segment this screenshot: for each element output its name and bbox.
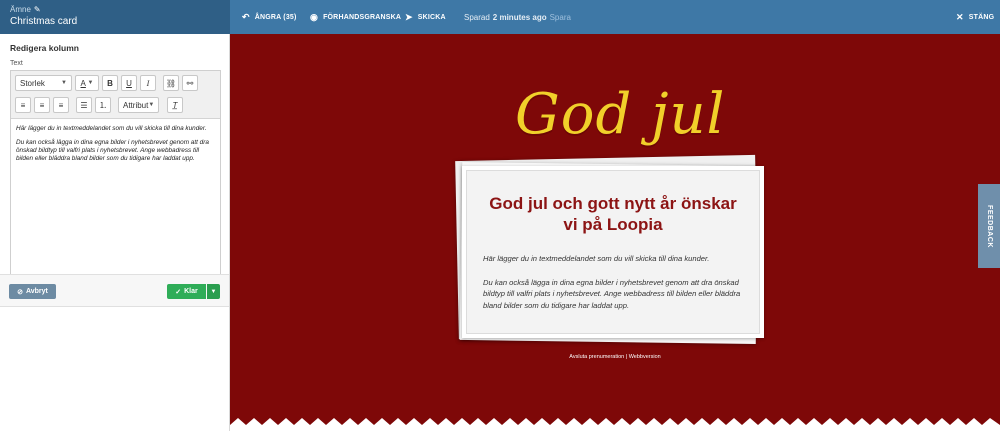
panel-title: Redigera kolumn <box>10 43 79 53</box>
footer-separator: | <box>625 354 628 360</box>
bullet-list-button[interactable]: ☰ <box>76 97 92 113</box>
pencil-icon[interactable]: ✎ <box>34 5 41 14</box>
clear-format-icon: T̲ <box>172 100 178 110</box>
feedback-tab[interactable]: FEEDBACK <box>978 184 1000 268</box>
done-label: Klar <box>184 288 198 295</box>
attribute-select[interactable]: Attribut ▼ <box>118 97 159 113</box>
link-icon: ⛓ <box>165 78 177 88</box>
font-size-select[interactable]: Storlek ▼ <box>15 75 72 91</box>
close-icon: ✕ <box>956 11 964 22</box>
cancel-label: Avbryt <box>25 288 48 295</box>
cancel-icon: ⊘ <box>17 288 23 296</box>
bold-button[interactable]: B <box>102 75 118 91</box>
underline-icon: U <box>126 78 132 88</box>
top-bar: Ämne ✎ Christmas card ↶ ÅNGRA (35) ◉ FÖR… <box>0 0 1000 34</box>
webversion-link[interactable]: Webbversion <box>629 354 661 360</box>
bold-icon: B <box>107 78 113 88</box>
attribute-select-label: Attribut <box>123 100 149 110</box>
paper-plane-icon: ➤ <box>405 11 413 22</box>
align-right-button[interactable]: ≡ <box>53 97 69 113</box>
preview-button[interactable]: ◉ FÖRHANDSGRANSKA <box>310 0 401 34</box>
underline-button[interactable]: U <box>121 75 137 91</box>
card-paragraph[interactable]: Du kan också lägga in dina egna bilder i… <box>483 277 743 312</box>
align-left-button[interactable]: ≡ <box>15 97 31 113</box>
saved-status: Sparad 2 minutes ago Spara <box>464 0 571 34</box>
script-title[interactable]: God jul <box>515 82 725 147</box>
subject-title[interactable]: Christmas card <box>10 16 220 27</box>
text-color-button[interactable]: A ▼ <box>75 75 99 91</box>
unlink-button[interactable]: ⚯ <box>182 75 198 91</box>
close-button[interactable]: ✕ STÄNG <box>956 0 994 34</box>
done-button[interactable]: ✓ Klar <box>167 284 206 299</box>
numbered-list-icon: ⒈ <box>99 100 107 110</box>
card-heading[interactable]: God jul och gott nytt år önskar vi på Lo… <box>483 193 743 235</box>
check-icon: ✓ <box>175 288 182 296</box>
edit-panel: Redigera kolumn Text Storlek ▼ A ▼ B U I… <box>0 34 230 431</box>
content-card-inner: God jul och gott nytt år önskar vi på Lo… <box>466 170 760 334</box>
undo-button[interactable]: ↶ ÅNGRA (35) <box>242 0 297 34</box>
newsletter-preview: God jul God jul och gott nytt år önskar … <box>230 34 1000 431</box>
editor-paragraph[interactable]: Du kan också lägga in dina egna bilder i… <box>16 139 215 163</box>
preview-label: FÖRHANDSGRANSKA <box>323 13 402 21</box>
saved-prefix: Sparad <box>464 12 490 22</box>
chevron-down-icon: ▼ <box>210 288 217 295</box>
done-dropdown-button[interactable]: ▼ <box>207 284 220 299</box>
align-center-button[interactable]: ≡ <box>34 97 50 113</box>
subject-box[interactable]: Ämne ✎ Christmas card <box>0 0 230 34</box>
rich-text-editor: Storlek ▼ A ▼ B U I ⛓ ⚯ ≡ ≡ ≡ ☰ ⒈ Attrib… <box>10 70 221 294</box>
align-center-icon: ≡ <box>39 100 45 110</box>
text-field-label: Text <box>10 60 23 67</box>
chevron-down-icon: ▼ <box>85 80 94 86</box>
align-left-icon: ≡ <box>20 100 26 110</box>
numbered-list-button[interactable]: ⒈ <box>95 97 111 113</box>
italic-button[interactable]: I <box>140 75 156 91</box>
unlink-icon: ⚯ <box>186 78 194 88</box>
saved-time: 2 minutes ago <box>492 12 547 22</box>
send-label: SKICKA <box>417 13 446 21</box>
undo-label: ÅNGRA (35) <box>254 13 297 21</box>
eye-icon: ◉ <box>310 11 319 22</box>
subject-label-row: Ämne ✎ <box>10 5 220 14</box>
undo-icon: ↶ <box>242 11 250 22</box>
chevron-down-icon: ▼ <box>61 80 67 86</box>
action-bar: ⊘ Avbryt ✓ Klar ▼ <box>0 274 229 307</box>
zigzag-edge <box>230 418 1000 431</box>
cancel-button[interactable]: ⊘ Avbryt <box>9 284 56 299</box>
italic-icon: I <box>146 78 150 88</box>
feedback-label: FEEDBACK <box>985 204 993 248</box>
editor-paragraph[interactable]: Här lägger du in textmeddelandet som du … <box>16 125 215 133</box>
footer-links: Avsluta prenumeration | Webbversion <box>230 354 1000 360</box>
clear-format-button[interactable]: T̲ <box>167 97 183 113</box>
editor-toolbar: Storlek ▼ A ▼ B U I ⛓ ⚯ ≡ ≡ ≡ ☰ ⒈ Attrib… <box>11 71 220 119</box>
align-right-icon: ≡ <box>58 100 64 110</box>
font-size-select-label: Storlek <box>20 78 45 88</box>
subject-label: Ämne <box>10 5 31 14</box>
link-button[interactable]: ⛓ <box>163 75 179 91</box>
card-paragraph[interactable]: Här lägger du in textmeddelandet som du … <box>483 253 743 265</box>
content-card[interactable]: God jul och gott nytt år önskar vi på Lo… <box>462 166 764 338</box>
close-label: STÄNG <box>968 13 995 21</box>
unsubscribe-link[interactable]: Avsluta prenumeration <box>569 354 624 360</box>
save-link[interactable]: Spara <box>550 13 571 22</box>
send-button[interactable]: ➤ SKICKA <box>405 0 446 34</box>
bullet-list-icon: ☰ <box>80 100 88 110</box>
editor-content[interactable]: Här lägger du in textmeddelandet som du … <box>11 119 220 175</box>
chevron-down-icon: ▼ <box>148 102 155 108</box>
